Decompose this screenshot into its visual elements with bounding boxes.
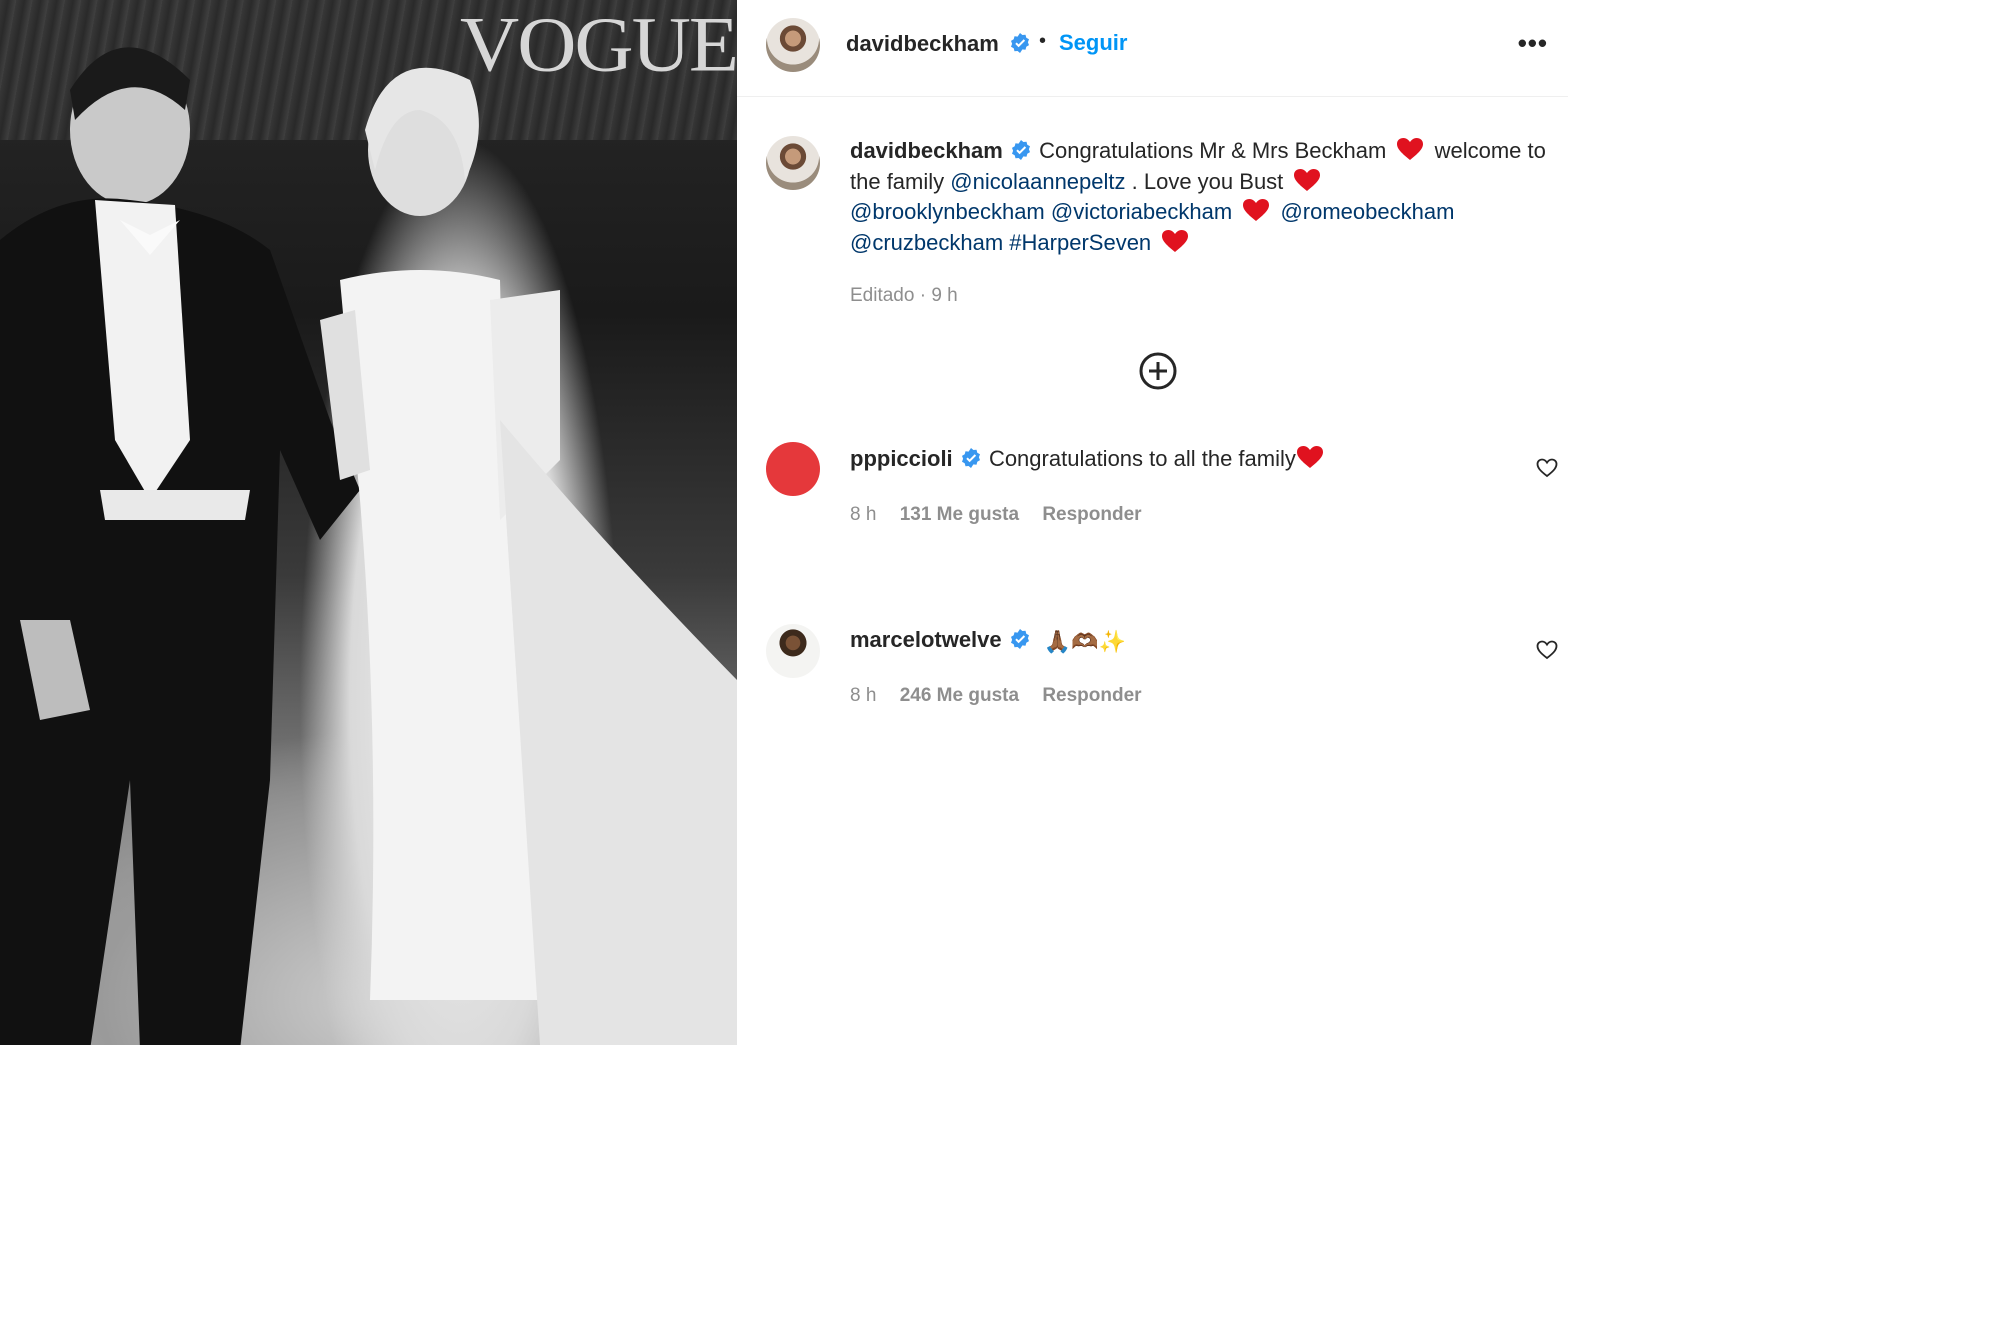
mention-link[interactable]: @brooklynbeckham [850,199,1045,224]
comment-likes[interactable]: 131 Me gusta [900,504,1019,525]
mention-link[interactable]: @romeobeckham [1280,199,1454,224]
comment-text: 🙏🏾🫶🏾✨ [1043,629,1127,654]
red-heart-icon [1294,168,1321,191]
header-separator: • [1039,30,1047,52]
caption-timestamp: Editado · 9 h [850,285,958,306]
author-username[interactable]: davidbeckham [846,31,999,57]
comment-likes[interactable]: 246 Me gusta [900,685,1019,706]
author-avatar[interactable] [766,18,820,72]
commenter-avatar[interactable] [766,624,820,678]
mention-link[interactable]: @cruzbeckham [850,230,1003,255]
bride-figure [320,67,737,1045]
caption-text-1: Congratulations Mr & Mrs Beckham [1039,138,1387,163]
post-panel: davidbeckham • Seguir ••• davidbeckham C… [737,0,1568,1045]
comment-body: marcelotwelve 🙏🏾🫶🏾✨ [850,627,1126,655]
comment-body: pppiccioli Congratulations to all the fa… [850,445,1324,472]
more-options-icon[interactable]: ••• [1518,28,1548,59]
mention-link[interactable]: @nicolaannepeltz [950,169,1125,194]
post-header: davidbeckham • Seguir ••• [737,0,1568,97]
comment-username[interactable]: marcelotwelve [850,627,1002,652]
post-photo[interactable]: VOGUE [0,0,737,1045]
comment-meta: 8 h 246 Me gusta Responder [850,685,1160,707]
comment-time: 8 h [850,685,877,706]
caption-avatar[interactable] [766,136,820,190]
verified-badge-icon [1010,629,1029,649]
caption-text-3: . Love you Bust [1131,168,1284,194]
red-heart-icon [1397,138,1424,160]
comment-text: Congratulations to all the family [988,446,1296,471]
red-heart-icon [1162,229,1189,252]
commenter-avatar[interactable] [766,442,820,496]
comment-username[interactable]: pppiccioli [850,446,953,471]
heart-outline-icon[interactable] [1536,640,1558,660]
post-caption: davidbeckham Congratulations Mr & Mrs Be… [850,136,1550,258]
reply-button[interactable]: Responder [1042,504,1141,525]
verified-badge-icon [1011,33,1029,53]
caption-username[interactable]: davidbeckham [850,138,1003,163]
hashtag-link[interactable]: #HarperSeven [1009,230,1151,255]
plus-circle-icon[interactable] [1138,351,1178,391]
comment-time: 8 h [850,504,877,525]
red-heart-icon [1296,446,1323,468]
red-heart-icon [1243,199,1270,221]
mention-link[interactable]: @victoriabeckham [1051,199,1232,224]
verified-badge-icon [961,448,980,468]
reply-button[interactable]: Responder [1042,685,1141,706]
follow-button[interactable]: Seguir [1059,30,1127,56]
heart-outline-icon[interactable] [1536,458,1558,478]
verified-badge-icon [1011,140,1030,160]
comment-meta: 8 h 131 Me gusta Responder [850,504,1160,526]
